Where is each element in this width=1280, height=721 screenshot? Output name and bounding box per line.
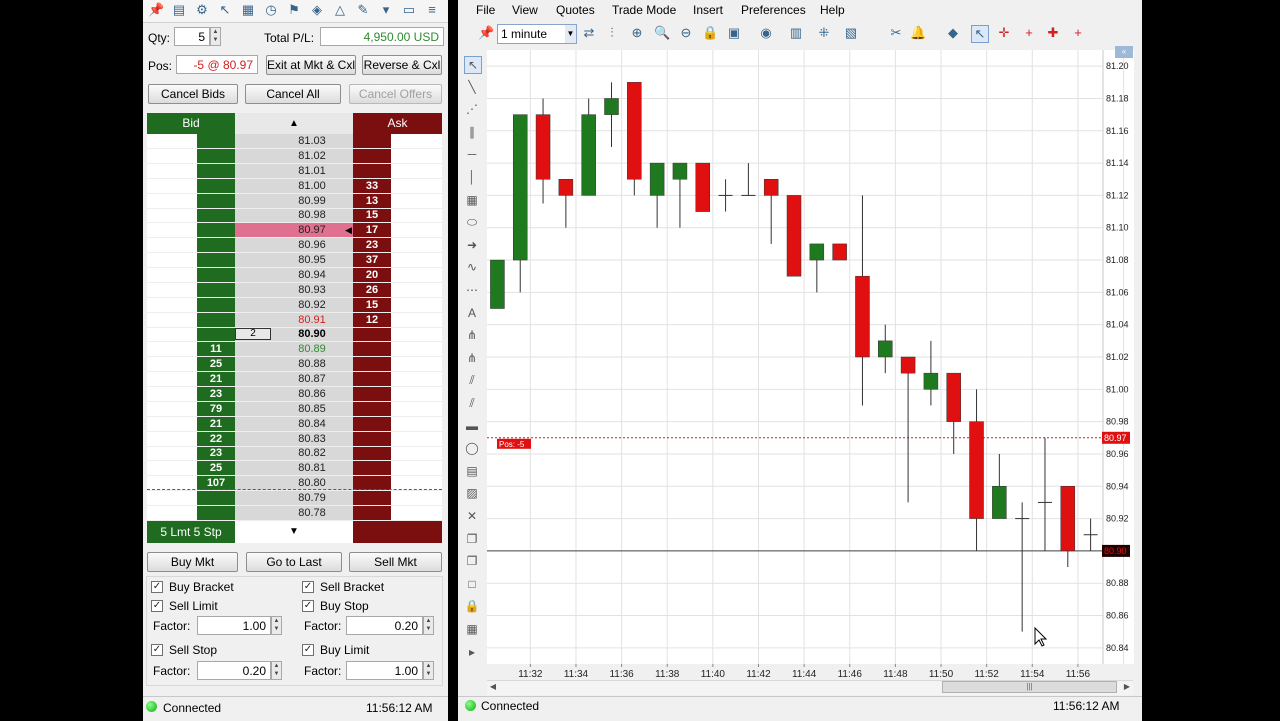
candle-body <box>627 82 642 180</box>
x-tick-label: 11:38 <box>655 669 680 680</box>
candle-body <box>832 243 847 261</box>
last-price-label: 80.90 <box>1104 546 1127 556</box>
candle-body <box>809 243 825 261</box>
candle-body <box>992 486 1007 519</box>
x-tick-label: 11:36 <box>609 669 634 680</box>
y-tick-label: 80.98 <box>1106 417 1129 427</box>
position-price-label: 80.97 <box>1104 433 1127 443</box>
candle-body <box>535 114 551 180</box>
x-tick-label: 11:40 <box>701 669 726 680</box>
candle-body <box>512 114 528 261</box>
candle-body <box>855 275 870 358</box>
y-tick-label: 81.04 <box>1106 320 1129 330</box>
x-tick-label: 11:46 <box>838 669 863 680</box>
position-label: Pos: -5 <box>499 440 525 449</box>
y-tick-label: 80.96 <box>1106 449 1129 459</box>
candle-body <box>649 162 665 196</box>
x-tick-label: 11:34 <box>564 669 589 680</box>
scroll-left-arrow[interactable]: ◀ <box>487 681 499 693</box>
x-tick-label: 11:52 <box>974 669 999 680</box>
x-tick-label: 11:44 <box>792 669 817 680</box>
connection-status-icon <box>465 700 476 711</box>
panel-expand-icon[interactable]: « <box>1115 46 1133 58</box>
candle-body <box>604 98 619 115</box>
candle-body <box>558 179 574 196</box>
x-tick-label: 11:32 <box>518 669 543 680</box>
status-time: 11:56:12 AM <box>1053 699 1120 713</box>
y-tick-label: 80.92 <box>1106 514 1129 524</box>
y-tick-label: 81.18 <box>1106 93 1129 103</box>
chart-status-bar <box>458 696 1142 721</box>
candle-body <box>581 114 596 196</box>
candle-body <box>923 372 939 390</box>
candle-body <box>969 421 984 519</box>
y-tick-label: 80.88 <box>1106 578 1129 588</box>
x-tick-label: 11:56 <box>1066 669 1091 680</box>
x-tick-label: 11:54 <box>1020 669 1045 680</box>
x-tick-label: 11:48 <box>883 669 908 680</box>
scrollbar-thumb[interactable]: ||| <box>942 681 1117 693</box>
candle-body <box>900 356 916 374</box>
y-tick-label: 80.86 <box>1106 611 1129 621</box>
y-tick-label: 81.08 <box>1106 255 1129 265</box>
y-tick-label: 81.02 <box>1106 352 1129 362</box>
candle-body <box>1060 486 1076 552</box>
x-tick-label: 11:50 <box>929 669 954 680</box>
y-tick-label: 81.00 <box>1106 384 1129 394</box>
candle-body <box>695 162 711 212</box>
candle-body <box>490 259 505 309</box>
candle-body <box>878 340 893 358</box>
candle-body <box>786 195 802 277</box>
y-tick-label: 81.16 <box>1106 126 1129 136</box>
x-tick-label: 11:42 <box>746 669 771 680</box>
candlestick-chart: 81.20 81.18 81.16 81.14 81.12 81.10 81.08 81.06… <box>487 50 1130 680</box>
y-tick-label: 80.94 <box>1106 481 1129 491</box>
y-tick-label: 81.12 <box>1106 190 1129 200</box>
connection-status-text: Connected <box>481 699 540 713</box>
candle-body <box>672 162 688 180</box>
candle-body <box>763 179 779 196</box>
y-tick-label: 81.06 <box>1106 287 1129 297</box>
y-tick-label: 80.84 <box>1106 643 1129 653</box>
candle-body <box>946 372 961 422</box>
y-tick-label: 81.10 <box>1106 223 1129 233</box>
y-tick-label: 81.14 <box>1106 158 1129 168</box>
y-tick-label: 81.20 <box>1106 61 1129 71</box>
mouse-cursor-icon <box>1034 626 1048 647</box>
scroll-right-arrow[interactable]: ▶ <box>1121 681 1133 693</box>
